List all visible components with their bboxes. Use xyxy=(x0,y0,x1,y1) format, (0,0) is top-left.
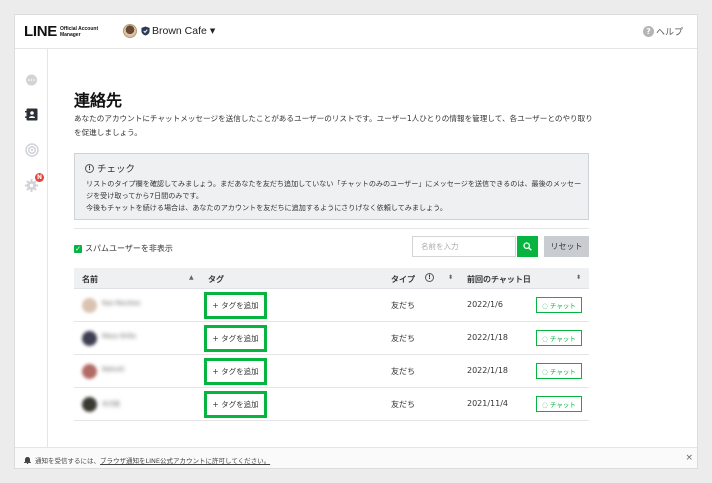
info-icon: ! xyxy=(85,163,94,173)
add-tag-button[interactable]: + タグを追加 xyxy=(204,292,267,319)
page-title: 連絡先 xyxy=(74,91,123,110)
chat-bubble-icon: ◌ xyxy=(542,401,550,409)
close-icon[interactable]: × xyxy=(685,453,693,463)
notification-prefix: 通知を受信するには、 xyxy=(35,457,100,465)
sidebar-item-broadcast[interactable] xyxy=(24,142,39,157)
notice-title: ! チェック xyxy=(85,161,135,175)
user-avatar xyxy=(82,364,97,379)
table-row: Natsuki + タグを追加 友だち 2022/1/18 ◌ チャット xyxy=(74,355,589,388)
last-chat-date: 2022/1/18 xyxy=(467,333,509,342)
divider xyxy=(74,228,589,229)
sort-asc-icon[interactable]: ▲ xyxy=(189,274,194,281)
notice-line: 今後もチャットを続ける場合は、あなたのアカウントを友だちに追加するようにさりげな… xyxy=(86,203,447,212)
broadcast-icon xyxy=(24,142,39,157)
user-type: 友だち xyxy=(391,301,415,310)
check-notice: ! チェック リストのタイプ欄を確認してみましょう。まだあなたを友だち追加してい… xyxy=(74,153,589,220)
caret-down-icon: ▼ xyxy=(209,27,216,35)
user-type: 友だち xyxy=(391,367,415,376)
notice-title-text: チェック xyxy=(97,164,136,175)
chat-bubble-icon xyxy=(26,74,37,86)
user-name[interactable]: ゆき絵 xyxy=(102,399,157,409)
chat-bubble-icon: ◌ xyxy=(542,335,550,343)
add-tag-button[interactable]: + タグを追加 xyxy=(204,325,267,352)
help-label: ヘルプ xyxy=(655,28,683,38)
table-row: Mesa Shilla + タグを追加 友だち 2022/1/18 ◌ チャット xyxy=(74,322,589,355)
type-help-icon[interactable]: ! xyxy=(425,273,434,282)
user-type: 友だち xyxy=(391,400,415,409)
sidebar: N xyxy=(15,49,48,447)
verified-shield-icon xyxy=(141,26,150,36)
sidebar-item-settings[interactable]: N xyxy=(24,173,44,193)
account-switcher[interactable]: Brown Cafe ▼ xyxy=(123,24,215,38)
chat-button-label: チャット xyxy=(549,401,576,409)
header-type[interactable]: タイプ xyxy=(391,274,415,285)
question-mark-icon: ? xyxy=(642,26,654,37)
table-row: Rae Marshes + タグを追加 友だち 2022/1/6 ◌ チャット xyxy=(74,289,589,322)
user-type: 友だち xyxy=(391,334,415,343)
last-chat-date: 2021/11/4 xyxy=(467,399,509,408)
hide-spam-checkbox[interactable]: ✓ スパムユーザーを非表示 xyxy=(74,243,173,254)
main-content: 連絡先 あなたのアカウントにチャットメッセージを送信したことがあるユーザーのリス… xyxy=(49,50,697,447)
logo-sub-text: Official Account Manager xyxy=(59,25,99,38)
header-last-chat[interactable]: 前回のチャット日 xyxy=(467,274,531,285)
chat-button[interactable]: ◌ チャット xyxy=(536,330,582,346)
page-description: あなたのアカウントにチャットメッセージを送信したことがあるユーザーのリストです。… xyxy=(74,114,593,137)
sort-both-icon[interactable]: ⬍ xyxy=(448,274,453,281)
new-badge: N xyxy=(35,173,44,182)
search-button[interactable] xyxy=(517,236,538,257)
sidebar-item-chat[interactable] xyxy=(24,73,39,88)
checkbox-checked-icon: ✓ xyxy=(74,244,82,253)
add-tag-button[interactable]: + タグを追加 xyxy=(204,358,267,385)
chat-button-label: チャット xyxy=(549,335,576,343)
app-window: LINE Official Account Manager Brown Cafe… xyxy=(14,14,698,469)
header-name[interactable]: 名前 xyxy=(82,274,98,285)
chat-bubble-icon: ◌ xyxy=(542,368,550,376)
chat-button[interactable]: ◌ チャット xyxy=(536,297,582,313)
user-name[interactable]: Mesa Shilla xyxy=(102,333,157,343)
user-name[interactable]: Rae Marshes xyxy=(102,300,157,310)
sort-both-icon[interactable]: ⬍ xyxy=(576,274,581,281)
user-name[interactable]: Natsuki xyxy=(102,366,157,376)
contacts-icon xyxy=(25,108,38,121)
contacts-table: 名前 ▲ タグ タイプ ! ⬍ 前回のチャット日 ⬍ Rae Marshes +… xyxy=(74,268,589,421)
chat-bubble-icon: ◌ xyxy=(542,302,550,310)
user-avatar xyxy=(82,397,97,412)
sidebar-item-contacts[interactable] xyxy=(24,107,39,122)
last-chat-date: 2022/1/6 xyxy=(467,300,503,309)
chat-button-label: チャット xyxy=(549,302,576,310)
top-header: LINE Official Account Manager Brown Cafe… xyxy=(15,15,697,49)
logo-main-text: LINE xyxy=(24,23,57,40)
chat-button-label: チャット xyxy=(549,368,576,376)
notice-body: リストのタイプ欄を確認してみましょう。まだあなたを友だち追加していない「チャット… xyxy=(86,178,586,214)
last-chat-date: 2022/1/18 xyxy=(467,366,509,375)
notification-text: 通知を受信するには、ブラウザ通知をLINE公式アカウントに許可してください。 xyxy=(35,455,270,465)
header-tag: タグ xyxy=(208,275,224,284)
help-link[interactable]: ? ヘルプ xyxy=(642,25,683,38)
notification-bar: 通知を受信するには、ブラウザ通知をLINE公式アカウントに許可してください。 × xyxy=(15,447,697,468)
table-row: ゆき絵 + タグを追加 友だち 2021/11/4 ◌ チャット xyxy=(74,388,589,421)
add-tag-button[interactable]: + タグを追加 xyxy=(204,391,267,418)
user-avatar xyxy=(82,331,97,346)
browser-notification-link[interactable]: ブラウザ通知をLINE公式アカウントに許可してください。 xyxy=(100,457,270,465)
notice-line: リストのタイプ欄を確認してみましょう。まだあなたを友だち追加していない「チャット… xyxy=(86,179,582,200)
table-header: 名前 ▲ タグ タイプ ! ⬍ 前回のチャット日 ⬍ xyxy=(74,268,589,289)
hide-spam-label: スパムユーザーを非表示 xyxy=(85,244,173,253)
bell-icon xyxy=(24,457,31,464)
account-avatar xyxy=(123,24,137,38)
reset-button[interactable]: リセット xyxy=(544,236,589,257)
chat-button[interactable]: ◌ チャット xyxy=(536,363,582,379)
account-name: Brown Cafe xyxy=(152,25,207,37)
name-search-input[interactable] xyxy=(412,236,516,257)
line-logo[interactable]: LINE Official Account Manager xyxy=(24,23,108,40)
chat-button[interactable]: ◌ チャット xyxy=(536,396,582,412)
search-icon xyxy=(523,242,532,251)
user-avatar xyxy=(82,298,97,313)
